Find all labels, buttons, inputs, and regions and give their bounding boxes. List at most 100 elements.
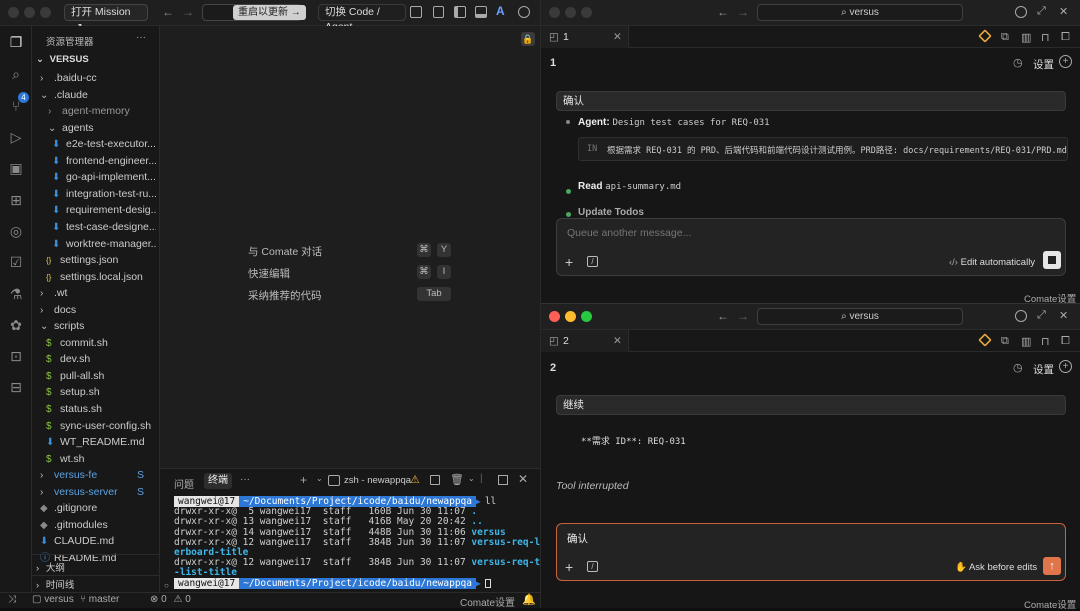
timeline-section[interactable]: › 时间线	[36, 577, 74, 591]
tree-file[interactable]: ⬇ go-api-implement...	[52, 169, 156, 185]
chat-tab-1[interactable]: ◰ 1 ✕	[541, 26, 629, 48]
tree-file[interactable]: $ sync-user-config.sh	[46, 418, 156, 434]
workspace-root[interactable]: ⌄ VERSUS	[36, 54, 89, 65]
forward-arrow-icon[interactable]: →	[182, 5, 194, 19]
lock-icon[interactable]: 🔒	[521, 32, 535, 46]
tree-folder[interactable]: › .wt	[40, 285, 156, 301]
account-icon[interactable]	[518, 6, 530, 18]
back-arrow-icon[interactable]: ←	[717, 5, 729, 19]
back-arrow-icon[interactable]: ←	[162, 5, 174, 19]
tab-terminal[interactable]: 终端	[204, 473, 232, 489]
open-external-icon[interactable]: ⧠	[1061, 335, 1070, 348]
tree-folder[interactable]: › .baidu-cc	[40, 70, 156, 86]
ai-icon[interactable]: A	[496, 4, 505, 18]
outline-section[interactable]: › 大纲	[36, 560, 65, 574]
split-view-icon[interactable]: ▥	[1021, 31, 1031, 44]
trash-icon[interactable]: 🗑	[450, 473, 464, 486]
new-chat-icon[interactable]: +	[1059, 360, 1072, 373]
tree-folder[interactable]: › versus-server S	[40, 484, 156, 500]
status-branch[interactable]: ⑂ master	[80, 594, 119, 605]
account-icon[interactable]	[1015, 6, 1027, 18]
fullscreen-icon[interactable]: ⤢	[1037, 309, 1046, 322]
update-todos-step[interactable]: Update Todos	[578, 207, 644, 218]
split-view-icon[interactable]: ▥	[1021, 335, 1031, 348]
agent-step[interactable]: Agent: Design test cases for REQ-031	[578, 117, 770, 128]
testing-icon[interactable]: ☑	[8, 254, 24, 270]
open-mission-button[interactable]: 打开 Mission ↗	[64, 4, 148, 33]
close-window-button[interactable]	[549, 7, 560, 18]
forward-arrow-icon[interactable]: →	[737, 5, 749, 19]
minimize-window-button[interactable]	[24, 7, 35, 18]
message-input[interactable]	[567, 225, 1047, 241]
close-icon[interactable]: ✕	[1059, 309, 1068, 322]
files-icon[interactable]: ❐	[8, 34, 24, 50]
close-icon[interactable]: ✕	[518, 472, 528, 486]
status-comate-settings[interactable]: Comate设置	[460, 594, 515, 609]
split-terminal-icon[interactable]	[430, 475, 440, 485]
tree-file[interactable]: $ pull-all.sh	[46, 368, 156, 384]
tree-file[interactable]: ⬇ CLAUDE.md	[40, 533, 156, 549]
tree-file[interactable]: ◆ .gitmodules	[40, 517, 156, 533]
tree-folder[interactable]: ⌄ scripts	[40, 318, 156, 334]
back-arrow-icon[interactable]: ←	[717, 309, 729, 323]
tree-file[interactable]: ⬇ worktree-manager...	[52, 236, 156, 252]
tree-file[interactable]: ⬇ test-case-designe...	[52, 219, 156, 235]
chevron-down-icon[interactable]: ⌄	[316, 474, 323, 483]
search-icon[interactable]: ⌕	[8, 66, 24, 82]
tree-file[interactable]: ◆ .gitignore	[40, 500, 156, 516]
toggle-panel-icon[interactable]	[475, 6, 487, 18]
unlock-icon[interactable]: ⊓	[1041, 31, 1050, 44]
settings-link[interactable]: 设置	[1033, 57, 1054, 72]
tree-file[interactable]: ⬇ requirement-desig...	[52, 202, 156, 218]
browser-icon[interactable]: ◎	[8, 223, 24, 239]
add-icon[interactable]: +	[565, 254, 573, 270]
tree-file[interactable]: ⬇ WT_README.md	[46, 434, 156, 450]
zoom-window-button[interactable]	[581, 311, 592, 322]
tree-folder[interactable]: › versus-fe S	[40, 467, 156, 483]
send-button[interactable]: ↑	[1043, 557, 1061, 575]
layout-grid-icon[interactable]	[433, 6, 444, 18]
restart-to-update-button[interactable]: 重启以更新 →	[233, 5, 306, 20]
chevron-down-icon[interactable]: ⌄	[468, 474, 475, 483]
settings-link[interactable]: 设置	[1033, 362, 1054, 377]
tree-file[interactable]: {} settings.json	[46, 252, 156, 268]
close-icon[interactable]: ✕	[613, 26, 622, 48]
stop-button[interactable]	[1043, 251, 1061, 269]
maximize-panel-icon[interactable]	[498, 475, 508, 485]
toggle-sidebar-icon[interactable]	[454, 6, 466, 18]
slash-command-icon[interactable]: /	[587, 256, 598, 267]
fullscreen-icon[interactable]: ⤢	[1037, 5, 1046, 18]
tree-file[interactable]: {} settings.local.json	[46, 269, 156, 285]
zoom-window-button[interactable]	[581, 7, 592, 18]
package-icon[interactable]: ⊡	[8, 348, 24, 364]
status-project[interactable]: ▢ versus	[32, 594, 74, 605]
chat-tab-2[interactable]: ◰ 2 ✕	[541, 330, 629, 352]
tree-folder[interactable]: › agent-memory	[48, 103, 156, 119]
zoom-window-button[interactable]	[40, 7, 51, 18]
new-chat-icon[interactable]: +	[1059, 55, 1072, 68]
minimize-window-button[interactable]	[565, 7, 576, 18]
search-bar[interactable]: ⌕ versus	[757, 308, 963, 325]
editor-area[interactable]: 🔒 与 Comate 对话 ⌘ Y 快速编辑 ⌘ I 采纳推荐的代码 Tab	[160, 26, 540, 468]
history-icon[interactable]: ◷	[1013, 361, 1023, 374]
close-icon[interactable]: ✕	[1059, 5, 1068, 18]
account-icon[interactable]	[1015, 310, 1027, 322]
run-debug-icon[interactable]: ▷	[8, 129, 24, 145]
tree-folder[interactable]: › docs	[40, 302, 156, 318]
plugin-icon[interactable]: ⊟	[8, 379, 24, 395]
minimize-window-button[interactable]	[565, 311, 576, 322]
tree-file[interactable]: $ wt.sh	[46, 451, 156, 467]
edit-mode-toggle[interactable]: ‹/› Edit automatically	[949, 257, 1035, 268]
explorer-more-button[interactable]: ···	[136, 32, 146, 43]
comate-logo-icon[interactable]	[978, 29, 992, 43]
tree-file[interactable]: ⬇ frontend-engineer...	[52, 153, 156, 169]
flask-icon[interactable]: ⚗	[8, 286, 24, 302]
tree-file[interactable]: ⬇ e2e-test-executor...	[52, 136, 156, 152]
extensions-icon[interactable]: ⊞	[8, 192, 24, 208]
remote-icon[interactable]: ⤨	[8, 594, 16, 605]
tab-problems[interactable]: 问题	[174, 476, 194, 491]
history-icon[interactable]: ◷	[1013, 56, 1023, 69]
tree-file[interactable]: $ setup.sh	[46, 384, 156, 400]
tree-file[interactable]: $ status.sh	[46, 401, 156, 417]
unlock-icon[interactable]: ⊓	[1041, 335, 1050, 348]
